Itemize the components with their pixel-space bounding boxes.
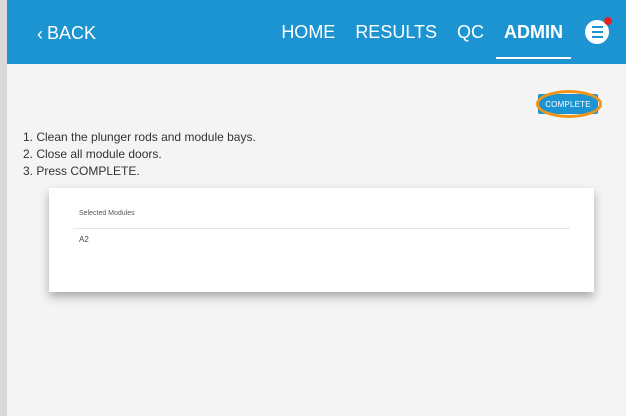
selected-modules-card: Selected Modules A2: [49, 188, 594, 292]
main-nav: HOME RESULTS QC ADMIN: [281, 0, 626, 64]
back-button[interactable]: ‹ BACK: [37, 23, 96, 44]
menu-line: [591, 26, 603, 28]
app-screen: ‹ BACK HOME RESULTS QC ADMIN COMPLETE 1.…: [7, 0, 626, 416]
instruction-step: 1. Clean the plunger rods and module bay…: [23, 130, 256, 144]
instruction-step: 2. Close all module doors.: [23, 147, 162, 161]
complete-button-wrap: COMPLETE: [536, 90, 602, 118]
module-item: A2: [79, 235, 89, 244]
instruction-step: 3. Press COMPLETE.: [23, 164, 140, 178]
menu-line: [591, 31, 603, 33]
chevron-left-icon: ‹: [37, 23, 43, 44]
divider: [73, 228, 570, 229]
back-label: BACK: [47, 23, 97, 43]
nav-qc[interactable]: QC: [457, 0, 484, 64]
notification-dot-icon: [604, 17, 612, 25]
menu-line: [591, 36, 603, 38]
card-header: Selected Modules: [79, 210, 135, 217]
nav-home[interactable]: HOME: [281, 0, 335, 64]
instruction-list: 1. Clean the plunger rods and module bay…: [23, 129, 256, 180]
nav-results[interactable]: RESULTS: [355, 0, 437, 64]
top-bar: ‹ BACK HOME RESULTS QC ADMIN: [7, 0, 626, 64]
nav-admin[interactable]: ADMIN: [496, 0, 571, 64]
hamburger-menu-icon[interactable]: [585, 17, 612, 44]
complete-button[interactable]: COMPLETE: [538, 94, 598, 114]
